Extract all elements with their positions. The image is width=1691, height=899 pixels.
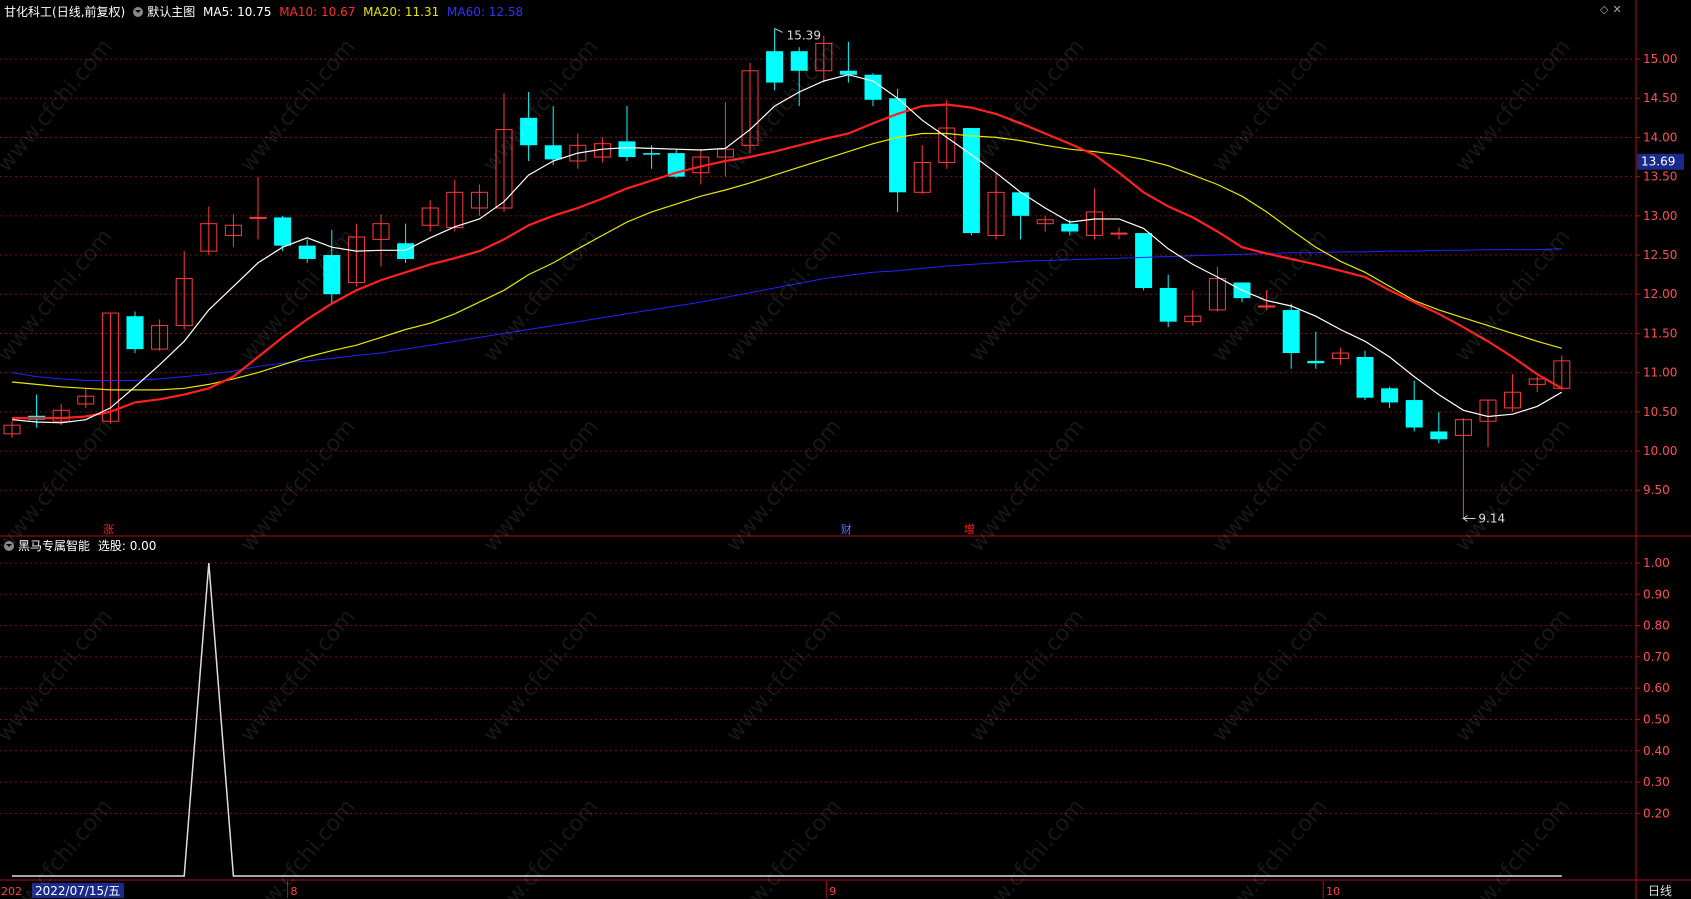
- ma5-line: [11, 74, 1563, 424]
- price-tick-label: 14.00: [1643, 130, 1677, 144]
- price-tick-label: 9.50: [1643, 483, 1670, 497]
- candle-body-down: [1381, 388, 1399, 403]
- candle-body-down: [1307, 360, 1325, 364]
- date-prefix-label: 202: [1, 885, 22, 898]
- candle-body-down: [766, 51, 784, 83]
- date-axis-background: [0, 881, 1691, 899]
- candle-body-down: [520, 117, 538, 146]
- price-tick-label: 12.00: [1643, 287, 1677, 301]
- current-price-label: 13.69: [1641, 155, 1675, 169]
- candle-body-down: [1430, 431, 1448, 440]
- candle-body-down: [1135, 233, 1153, 288]
- candle-body-up: [1110, 232, 1128, 235]
- ma10-label: MA10: 10.67: [279, 5, 356, 19]
- close-icon[interactable]: ✕: [1612, 3, 1621, 16]
- candle-body-down: [1405, 400, 1423, 428]
- candle-body-down: [1282, 309, 1300, 354]
- candle-body-down: [126, 316, 144, 350]
- main-chart-header: 甘化科工(日线,前复权) 默认主图 MA5: 10.75 MA10: 10.67 …: [4, 3, 527, 20]
- price-tick-label: 12.50: [1643, 248, 1677, 262]
- stock-chart[interactable]: 15.00 14.50 14.00 13.50 13.00 12.50 12.00 11.50…: [0, 0, 1691, 899]
- diamond-icon[interactable]: ◇: [1600, 3, 1608, 16]
- event-marker: 财: [841, 522, 852, 536]
- event-marker: 涨: [103, 523, 114, 536]
- window-controls[interactable]: ◇ ✕: [1600, 3, 1626, 16]
- candle-body-down: [274, 217, 292, 246]
- high-price-label: 15.39: [787, 28, 821, 42]
- candle-body-down: [397, 243, 415, 259]
- price-tick-label: 10.50: [1643, 405, 1677, 419]
- candle-body-down: [962, 128, 980, 234]
- ma20-line: [11, 132, 1562, 391]
- candle-body-down: [643, 153, 661, 155]
- candle-body-up: [249, 216, 267, 219]
- indicator-tick-label: 1.00: [1643, 556, 1670, 570]
- candle-body-down: [544, 145, 562, 160]
- candle-body-down: [1356, 356, 1374, 398]
- dropdown-icon[interactable]: [133, 7, 144, 17]
- candle-body-down: [618, 141, 636, 158]
- indicator-value: 选股: 0.00: [97, 539, 157, 553]
- indicator-tick-label: 0.30: [1643, 775, 1670, 789]
- indicator-tick-label: 0.60: [1643, 681, 1670, 695]
- indicator-tick-label: 0.50: [1643, 713, 1670, 727]
- stock-name[interactable]: 甘化科工: [4, 5, 52, 19]
- low-marker-arrow: [1461, 515, 1476, 522]
- candle-body-down: [790, 51, 808, 71]
- indicator-tick-label: 0.70: [1643, 650, 1670, 664]
- date-tick-label: 10: [1326, 885, 1340, 898]
- price-tick-label: 11.50: [1643, 326, 1677, 340]
- indicator-tick-label: 0.90: [1643, 587, 1670, 601]
- period-label: (日线,前复权): [52, 5, 126, 19]
- candle-body-down: [1159, 287, 1177, 322]
- period-label: 日线: [1648, 884, 1672, 898]
- ma5-label: MA5: 10.75: [203, 5, 272, 19]
- indicator-tick-label: 0.80: [1643, 619, 1670, 633]
- candle-body-down: [323, 255, 341, 295]
- price-tick-label: 13.50: [1643, 170, 1677, 184]
- indicator-tick-label: 0.20: [1643, 806, 1670, 820]
- candle-body-down: [298, 245, 316, 259]
- ma60-label: MA60: 12.58: [447, 5, 524, 19]
- price-tick-label: 13.00: [1643, 209, 1677, 223]
- sub-chart-header: 黑马专属智能 选股: 0.00: [4, 537, 160, 554]
- indicator-name[interactable]: 黑马专属智能: [18, 539, 90, 553]
- price-tick-label: 15.00: [1643, 52, 1677, 66]
- candle-body-up: [1258, 305, 1276, 308]
- candle-body-down: [1061, 223, 1079, 232]
- event-marker: 增: [964, 522, 975, 536]
- ma10-line: [12, 103, 1563, 420]
- indicator-tick-label: 0.40: [1643, 744, 1670, 758]
- date-tick-label: 9: [829, 885, 836, 898]
- candle-body-down: [864, 74, 882, 100]
- high-marker-arrow: [774, 28, 783, 33]
- price-tick-label: 10.00: [1643, 444, 1677, 458]
- price-tick-label: 11.00: [1643, 366, 1677, 380]
- date-tick-label: 8: [291, 885, 298, 898]
- price-tick-label: 14.50: [1643, 91, 1677, 105]
- main-indicator-label[interactable]: 默认主图: [147, 5, 195, 19]
- date-cursor-label: 2022/07/15/五: [35, 884, 120, 898]
- low-price-label: 9.14: [1478, 511, 1505, 525]
- dropdown-icon[interactable]: [4, 541, 14, 551]
- ma20-label: MA20: 11.31: [363, 5, 440, 19]
